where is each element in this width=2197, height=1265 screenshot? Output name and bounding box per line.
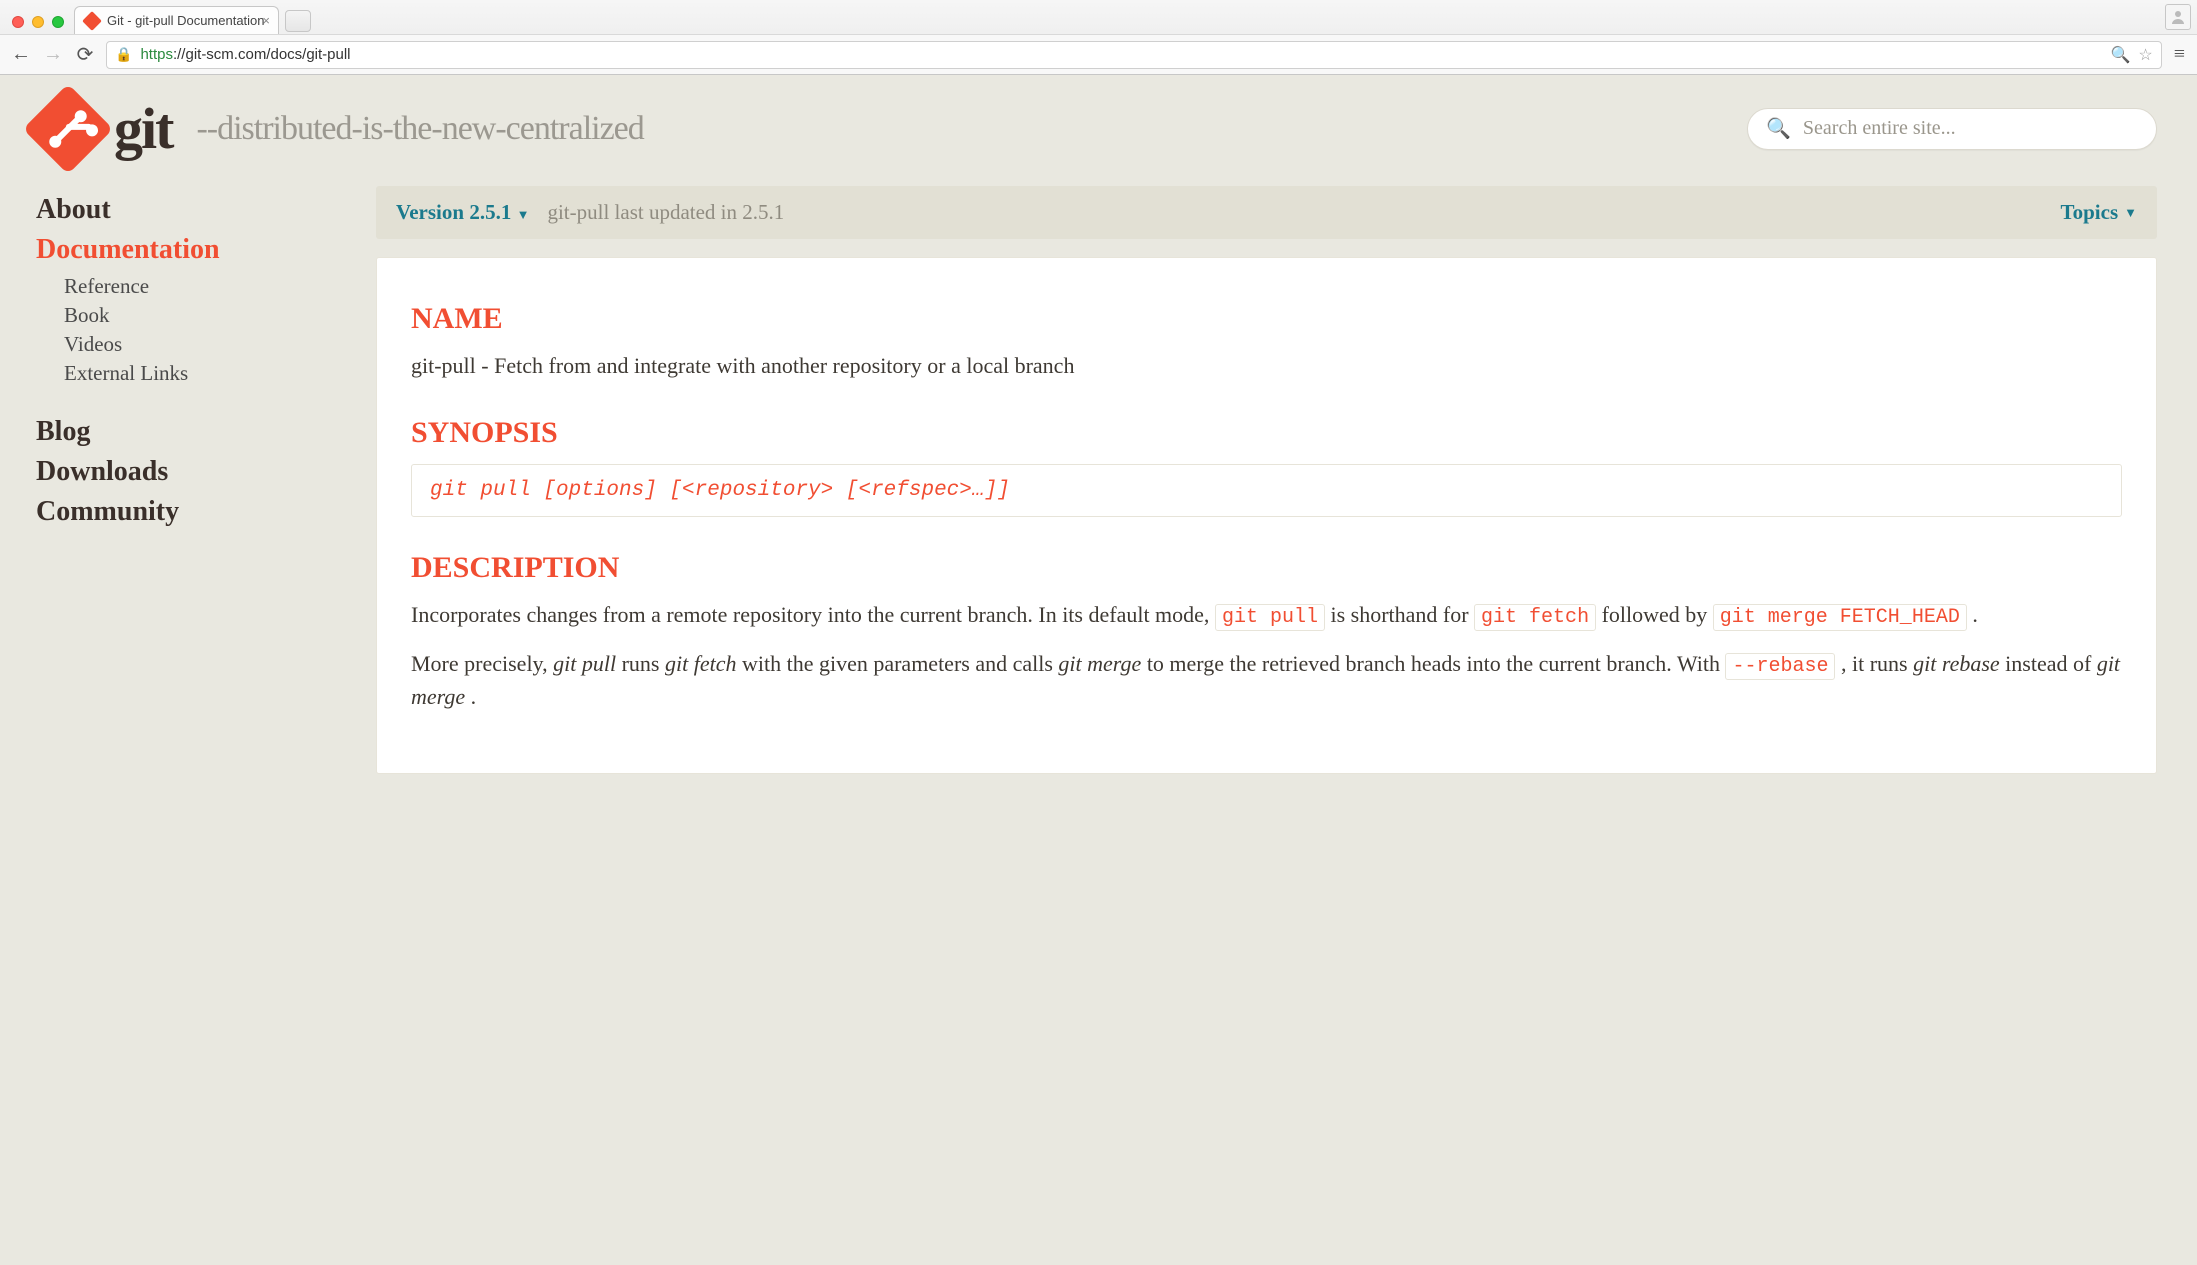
sidebar-subitem-videos[interactable]: Videos xyxy=(64,332,336,357)
tab-strip: Git - git-pull Documentation × xyxy=(0,0,2197,34)
inline-code-git-merge-fetch-head: git merge FETCH_HEAD xyxy=(1713,604,1967,631)
menu-button[interactable]: ≡ xyxy=(2172,43,2187,66)
browser-chrome: Git - git-pull Documentation × ← → ⟳ 🔒 h… xyxy=(0,0,2197,75)
caret-down-icon: ▼ xyxy=(2124,205,2137,221)
window-minimize-button[interactable] xyxy=(32,16,44,28)
back-button[interactable]: ← xyxy=(10,43,32,66)
heading-name: NAME xyxy=(411,302,2122,336)
tab-close-icon[interactable]: × xyxy=(262,13,270,28)
doc-meta-bar: Version 2.5.1 ▼ git-pull last updated in… xyxy=(376,186,2157,239)
new-tab-button[interactable] xyxy=(285,10,311,32)
sidebar-nav: About Documentation Reference Book Video… xyxy=(36,186,336,774)
sidebar-subitem-reference[interactable]: Reference xyxy=(64,274,336,299)
bookmark-star-icon[interactable]: ☆ xyxy=(2138,45,2152,65)
em-git-merge: git merge xyxy=(1058,651,1141,676)
sidebar-item-about[interactable]: About xyxy=(36,194,336,226)
sidebar-item-community[interactable]: Community xyxy=(36,496,336,528)
forward-button[interactable]: → xyxy=(42,43,64,66)
person-icon xyxy=(2170,9,2186,25)
url-scheme: https xyxy=(140,46,173,63)
site-header: git --distributed-is-the-new-centralized… xyxy=(36,95,2157,162)
git-favicon-icon xyxy=(82,11,102,31)
git-logo-icon[interactable] xyxy=(23,83,114,174)
heading-synopsis: SYNOPSIS xyxy=(411,416,2122,450)
search-icon: 🔍 xyxy=(1766,116,1791,141)
zoom-icon[interactable]: 🔍 xyxy=(2110,45,2130,65)
caret-down-icon: ▼ xyxy=(517,207,530,222)
em-git-pull: git pull xyxy=(553,651,616,676)
inline-code-git-fetch: git fetch xyxy=(1474,604,1596,631)
topics-label: Topics xyxy=(2061,200,2119,225)
version-label: Version 2.5.1 xyxy=(396,200,511,224)
sidebar-sublist: Reference Book Videos External Links xyxy=(64,274,336,386)
omnibox-actions: 🔍 ☆ xyxy=(2110,45,2152,65)
description-paragraph-1: Incorporates changes from a remote repos… xyxy=(411,599,2122,632)
profile-button[interactable] xyxy=(2165,4,2191,30)
reload-button[interactable]: ⟳ xyxy=(74,42,96,67)
lock-icon: 🔒 xyxy=(115,46,132,63)
em-git-rebase: git rebase xyxy=(1913,651,2000,676)
doc-article: NAME git-pull - Fetch from and integrate… xyxy=(376,257,2157,774)
version-dropdown[interactable]: Version 2.5.1 ▼ xyxy=(396,200,529,225)
search-input[interactable] xyxy=(1803,117,2138,140)
site-search[interactable]: 🔍 xyxy=(1747,108,2157,150)
page-body: git --distributed-is-the-new-centralized… xyxy=(0,75,2197,814)
url-path: ://git-scm.com/docs/git-pull xyxy=(173,46,351,63)
address-bar[interactable]: 🔒 https://git-scm.com/docs/git-pull 🔍 ☆ xyxy=(106,41,2162,69)
description-paragraph-2: More precisely, git pull runs git fetch … xyxy=(411,648,2122,713)
window-close-button[interactable] xyxy=(12,16,24,28)
window-zoom-button[interactable] xyxy=(52,16,64,28)
window-controls xyxy=(8,16,74,34)
sidebar-subitem-book[interactable]: Book xyxy=(64,303,336,328)
topics-dropdown[interactable]: Topics ▼ xyxy=(2061,200,2137,225)
em-git-fetch: git fetch xyxy=(665,651,736,676)
sidebar-item-downloads[interactable]: Downloads xyxy=(36,456,336,488)
browser-toolbar: ← → ⟳ 🔒 https://git-scm.com/docs/git-pul… xyxy=(0,34,2197,74)
name-paragraph: git-pull - Fetch from and integrate with… xyxy=(411,350,2122,382)
inline-code-git-pull: git pull xyxy=(1215,604,1325,631)
heading-description: DESCRIPTION xyxy=(411,551,2122,585)
tab-title: Git - git-pull Documentation xyxy=(107,13,265,28)
sidebar-item-blog[interactable]: Blog xyxy=(36,416,336,448)
wordmark: git xyxy=(114,95,172,162)
sidebar-item-documentation[interactable]: Documentation xyxy=(36,234,336,266)
inline-code-rebase-flag: --rebase xyxy=(1725,653,1835,680)
browser-tab[interactable]: Git - git-pull Documentation × xyxy=(74,6,279,34)
sidebar-subitem-external-links[interactable]: External Links xyxy=(64,361,336,386)
main-content: Version 2.5.1 ▼ git-pull last updated in… xyxy=(376,186,2157,774)
tagline: --distributed-is-the-new-centralized xyxy=(196,110,643,148)
last-updated-text: git-pull last updated in 2.5.1 xyxy=(547,200,784,225)
synopsis-code: git pull [options] [<repository> [<refsp… xyxy=(411,464,2122,517)
url-text: https://git-scm.com/docs/git-pull xyxy=(140,46,350,63)
brand: git --distributed-is-the-new-centralized xyxy=(36,95,644,162)
